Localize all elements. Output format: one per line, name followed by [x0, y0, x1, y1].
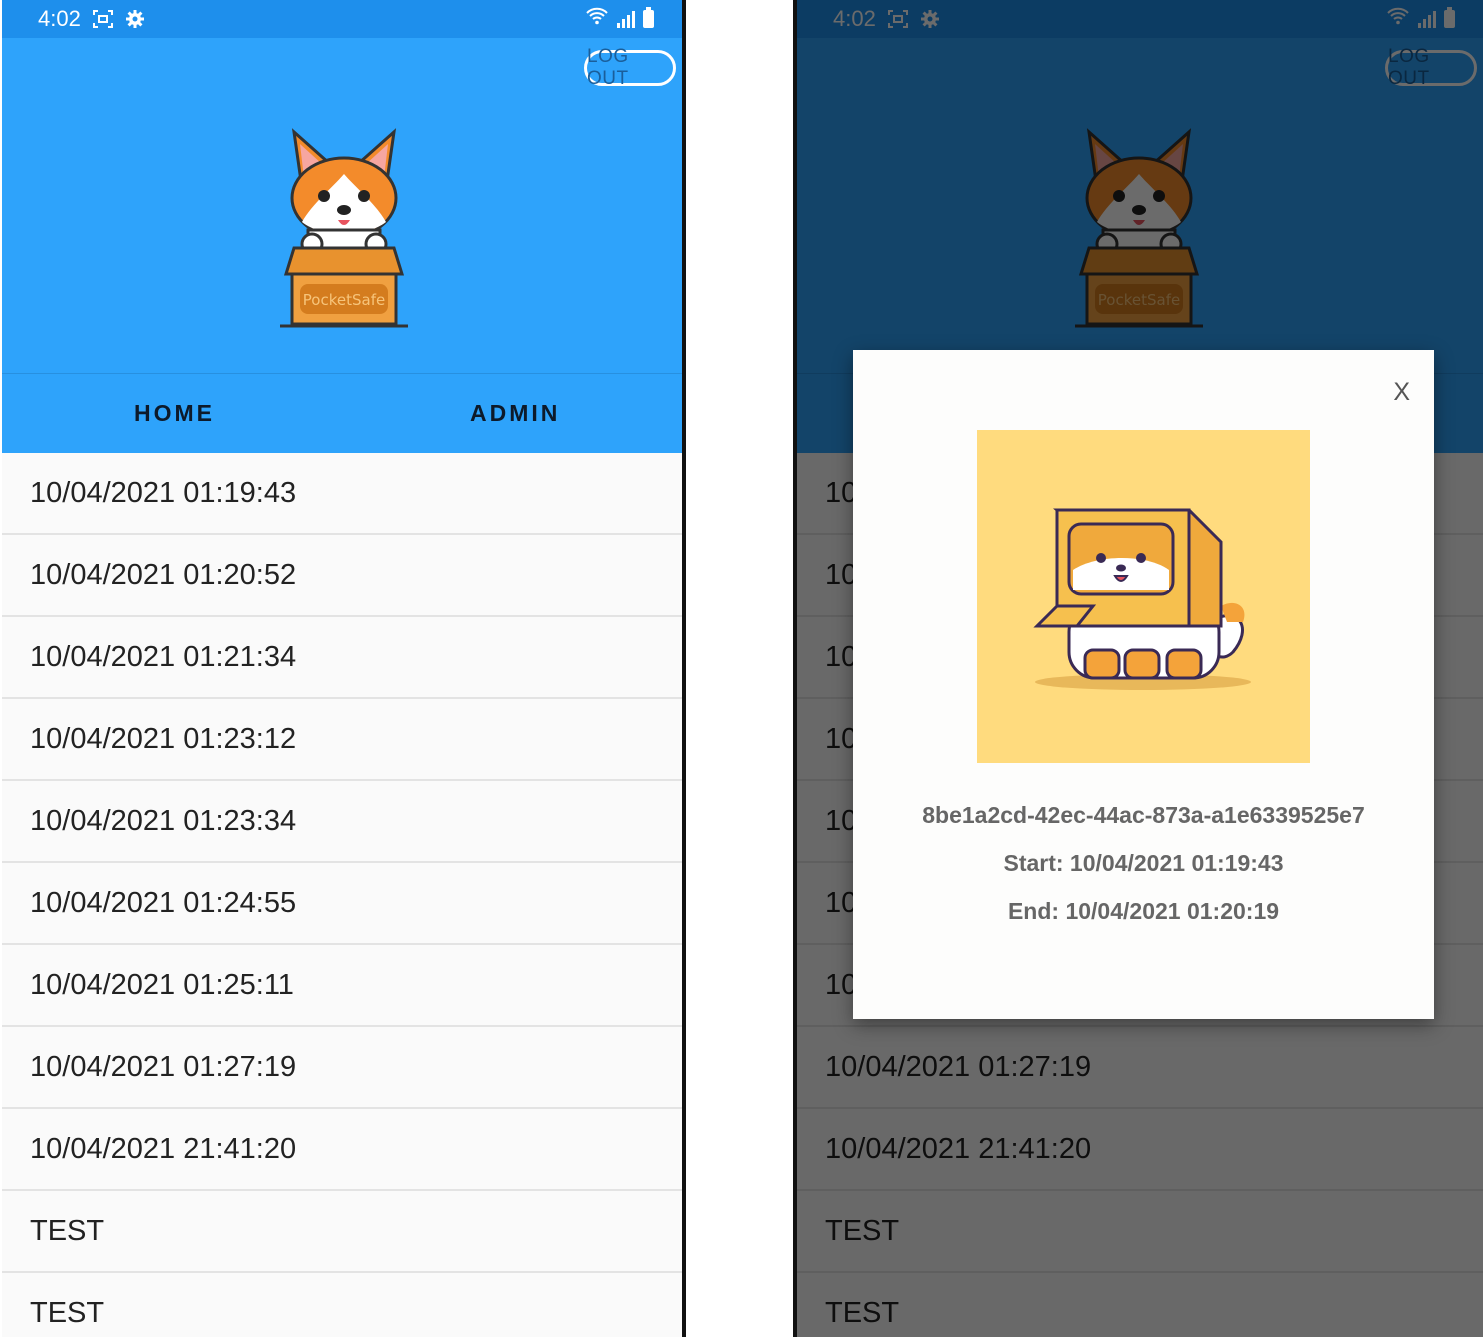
pocketsafe-logo-icon: PocketSafe	[280, 128, 408, 328]
signal-icon	[617, 10, 635, 28]
gear-icon	[125, 9, 145, 29]
status-bar: 4:02	[2, 0, 682, 38]
logout-button[interactable]: LOG OUT	[584, 46, 676, 89]
battery-icon	[643, 6, 654, 28]
list-item[interactable]: 10/04/2021 01:23:34	[2, 781, 682, 863]
phone-screen-home: 4:02 LOG OUT PocketSafe HOME ADMIN 10/04…	[2, 0, 686, 1337]
session-start: Start: 10/04/2021 01:19:43	[1003, 850, 1284, 876]
cat-in-box-image	[977, 430, 1310, 763]
close-icon[interactable]: X	[1393, 378, 1410, 407]
status-time: 4:02	[38, 6, 81, 31]
session-end: End: 10/04/2021 01:20:19	[1007, 898, 1280, 924]
list-item[interactable]: TEST	[2, 1273, 682, 1337]
list-item[interactable]: 10/04/2021 01:25:11	[2, 945, 682, 1027]
wifi-icon	[585, 6, 609, 31]
phone-screen-modal: 4:02 LOG OUT	[793, 0, 1483, 1337]
screenshot-icon	[92, 10, 113, 28]
list-item[interactable]: 10/04/2021 01:24:55	[2, 863, 682, 945]
list-item[interactable]: 10/04/2021 01:19:43	[2, 453, 682, 535]
list-item[interactable]: TEST	[2, 1191, 682, 1273]
tab-admin[interactable]: ADMIN	[470, 400, 560, 427]
list-item[interactable]: 10/04/2021 01:23:12	[2, 699, 682, 781]
session-detail-dialog: X 8be1a2cd-42ec-44ac-873a-a1e6339525e7 S…	[853, 350, 1434, 1019]
list-item[interactable]: 10/04/2021 01:27:19	[2, 1027, 682, 1109]
list-item[interactable]: 10/04/2021 21:41:20	[2, 1109, 682, 1191]
tab-home[interactable]: HOME	[134, 400, 215, 427]
session-id: 8be1a2cd-42ec-44ac-873a-a1e6339525e7	[922, 802, 1365, 828]
session-list: 10/04/2021 01:19:43 10/04/2021 01:20:52 …	[2, 453, 682, 1337]
list-item[interactable]: 10/04/2021 01:20:52	[2, 535, 682, 617]
app-header: LOG OUT PocketSafe	[2, 38, 682, 373]
tab-bar: HOME ADMIN	[2, 373, 682, 454]
svg-text:PocketSafe: PocketSafe	[303, 291, 385, 309]
list-item[interactable]: 10/04/2021 01:21:34	[2, 617, 682, 699]
